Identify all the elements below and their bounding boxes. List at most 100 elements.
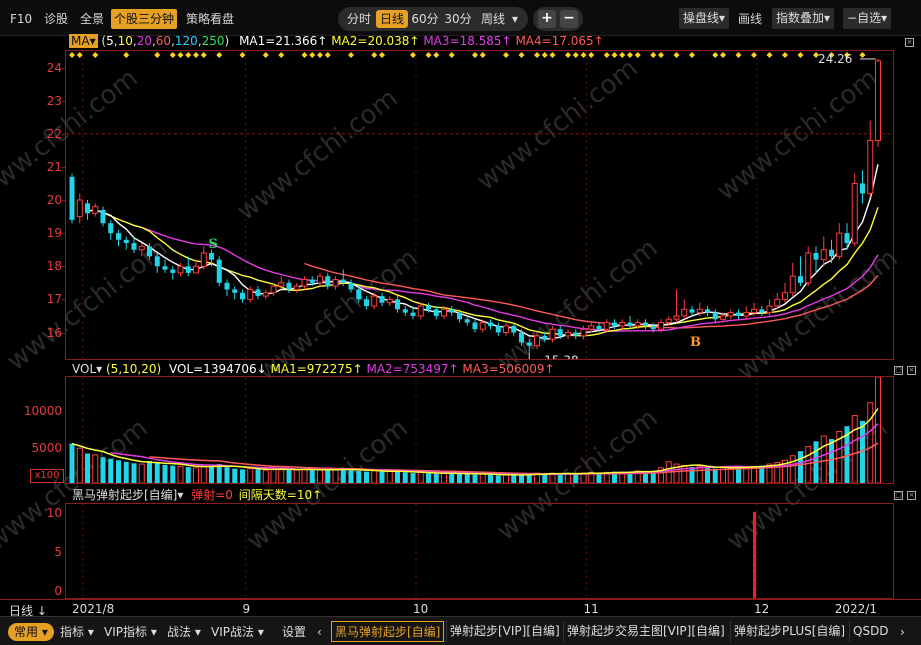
close-icon[interactable]: × — [905, 38, 914, 47]
candle-body — [511, 325, 517, 333]
panorama-button[interactable]: 全景 — [80, 9, 104, 29]
volume-bar — [727, 467, 734, 483]
volume-bar — [348, 470, 354, 483]
candle-body — [138, 245, 145, 251]
indicator-chart[interactable] — [66, 504, 893, 598]
strategy-menu-label: 战法 — [167, 625, 192, 639]
signal-diamond — [619, 52, 626, 58]
signal-diamond — [751, 52, 757, 58]
volume-bar — [867, 402, 874, 483]
signal-diamond — [154, 52, 161, 58]
strategy-button[interactable]: 策略看盘 — [186, 9, 234, 29]
watchlist-dropdown[interactable]: −自选▾ — [843, 8, 892, 29]
volume-bar — [805, 446, 812, 483]
candle-body — [479, 322, 486, 330]
strategy-menu-button[interactable]: 战法 ▾ — [167, 623, 201, 641]
sell-signal: S — [209, 237, 218, 252]
param-ma3: 20 — [136, 34, 152, 48]
candle-body — [147, 246, 152, 257]
volume-bar — [386, 470, 393, 483]
maximize-icon[interactable]: □ — [894, 491, 903, 500]
signal-diamond — [317, 52, 323, 58]
close-icon[interactable]: × — [907, 491, 916, 500]
signal-diamond — [348, 52, 354, 58]
volume-bar — [426, 473, 431, 483]
candle-body — [193, 265, 199, 274]
vol-label: VOL=1394706↓ — [169, 362, 267, 376]
signal-diamond — [169, 52, 176, 58]
index-overlay-dropdown[interactable]: 指数叠加▾ — [772, 8, 835, 29]
tab-catapult-vip[interactable]: 弹射起步[VIP][自编] — [446, 621, 563, 642]
volume-chart[interactable] — [66, 377, 893, 483]
chevron-down-icon: ▾ — [150, 625, 157, 639]
price-chart[interactable]: 24.26 15.38 S B — [66, 51, 893, 359]
period-tab-intraday[interactable]: 分时 — [345, 10, 373, 28]
candle-body — [542, 335, 548, 340]
candle-body — [851, 182, 858, 244]
volume-bar — [100, 457, 106, 483]
f10-button[interactable]: F10 — [10, 9, 32, 29]
candle-body — [154, 256, 160, 267]
candle-body — [472, 322, 478, 330]
candle-body — [603, 322, 610, 330]
date-tick: 10 — [413, 602, 429, 616]
volume-bar — [123, 461, 129, 483]
close-icon[interactable]: × — [907, 366, 916, 375]
indicator-pane-select[interactable]: 黑马弹射起步[自编]▾ — [72, 488, 183, 502]
volume-bar — [402, 472, 408, 483]
signal-diamond — [534, 52, 540, 58]
candle-body — [232, 289, 238, 293]
candle-body — [720, 315, 726, 320]
period-tab-30min[interactable]: 30分 — [443, 10, 473, 28]
chevron-down-icon[interactable]: ▾ — [509, 10, 521, 28]
volume-indicator-select[interactable]: VOL▾ — [72, 362, 102, 376]
draw-line-button[interactable]: 画线 — [738, 9, 762, 29]
ma4-line — [304, 262, 879, 329]
diagnose-button[interactable]: 诊股 — [44, 9, 68, 29]
catapult-label: 弹射=0 — [191, 488, 233, 502]
period-tab-daily[interactable]: 日线 — [376, 10, 408, 28]
indicator-name: MA — [71, 34, 90, 48]
candle-body — [348, 282, 354, 290]
price-tick: 23 — [46, 93, 62, 108]
scroll-left-icon[interactable]: ‹ — [317, 623, 322, 641]
period-tab-60min[interactable]: 60分 — [410, 10, 440, 28]
indicator-menu-label: 指标 — [60, 625, 85, 639]
tab-qsdd[interactable]: QSDD — [849, 621, 892, 642]
common-button[interactable]: 常用 ▾ — [8, 623, 54, 641]
candle-body — [247, 288, 254, 300]
volume-bar — [301, 468, 308, 483]
price-tick: 21 — [46, 159, 62, 174]
maximize-icon[interactable]: □ — [894, 366, 903, 375]
ma-params: (5,10,20,60,120,250) — [101, 34, 229, 48]
signal-diamond — [712, 52, 719, 58]
indicator-select[interactable]: MA▾ — [69, 34, 98, 48]
signal-diamond — [627, 52, 633, 58]
tab-catapult-plus[interactable]: 弹射起步PLUS[自编] — [730, 621, 848, 642]
scroll-right-icon[interactable]: › — [900, 623, 905, 641]
zoom-out-button[interactable]: − — [560, 10, 578, 28]
indicator-pane-name: 黑马弹射起步[自编] — [72, 488, 178, 502]
price-tick: 18 — [46, 259, 62, 274]
candle-body — [612, 322, 617, 326]
trade-line-dropdown[interactable]: 操盘线▾ — [679, 8, 730, 29]
indicator-menu-button[interactable]: 指标 ▾ — [60, 623, 94, 641]
stock-3min-button[interactable]: 个股三分钟 — [111, 9, 178, 29]
volume-bar — [449, 473, 455, 483]
signal-diamond — [324, 52, 331, 58]
settings-button[interactable]: 设置 — [282, 623, 306, 641]
volume-bar — [557, 473, 563, 483]
period-tab-weekly[interactable]: 周线 — [477, 10, 509, 28]
tab-catapult-main-vip[interactable]: 弹射起步交易主图[VIP][自编] — [563, 621, 728, 642]
volume-bar — [76, 447, 83, 483]
signal-diamond — [425, 52, 432, 58]
tab-heima[interactable]: 黑马弹射起步[自编] — [331, 621, 445, 642]
date-axis: 日线 ↓ 2021/8 9 10 11 12 2022/1 — [0, 599, 921, 618]
vip-indicator-button[interactable]: VIP指标 ▾ — [104, 623, 157, 641]
zoom-in-button[interactable]: + — [538, 10, 556, 28]
candle-body — [371, 295, 378, 307]
date-tick: 12 — [754, 602, 770, 616]
vip-strategy-button[interactable]: VIP战法 ▾ — [211, 623, 264, 641]
volume-bar — [154, 462, 160, 483]
candle-body — [209, 253, 214, 260]
